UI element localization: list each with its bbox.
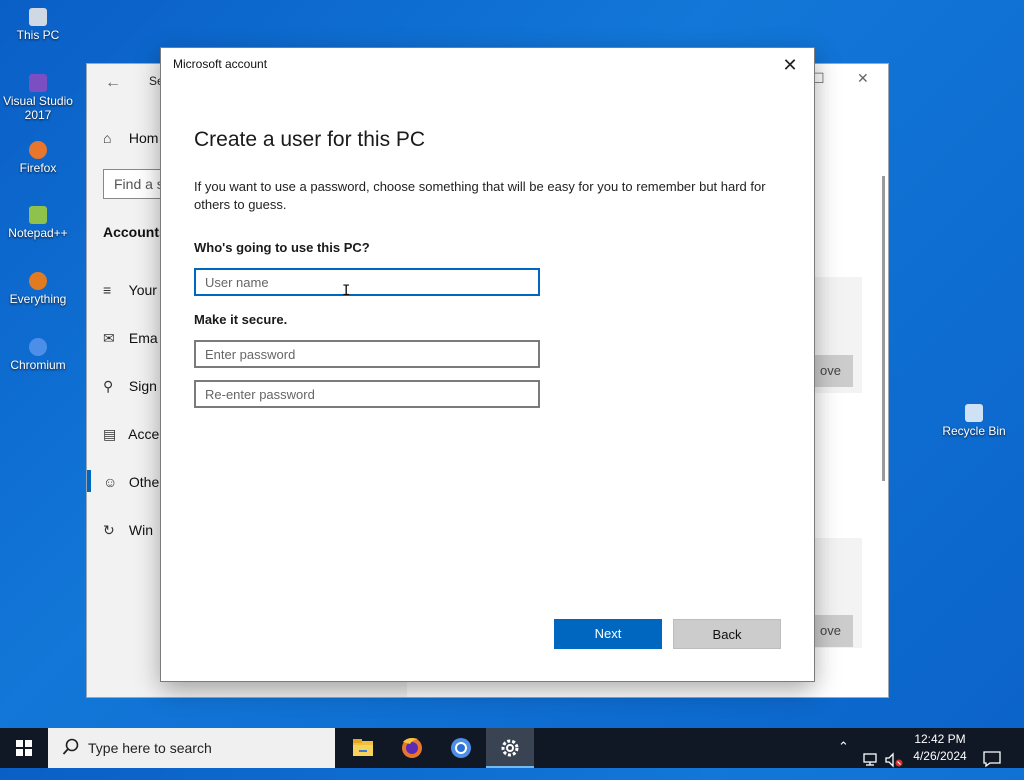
who-label: Who's going to use this PC? — [194, 240, 370, 255]
volume-muted-icon[interactable] — [884, 740, 904, 780]
secure-label: Make it secure. — [194, 312, 288, 327]
scrollbar[interactable] — [882, 176, 885, 481]
desktop-icon-recycle-bin[interactable]: Recycle Bin — [936, 404, 1012, 438]
text-cursor-icon: I — [342, 283, 351, 299]
dialog-heading: Create a user for this PC — [194, 128, 426, 151]
file-explorer-icon — [353, 739, 373, 756]
windows-logo-icon — [16, 740, 32, 756]
reenter-password-input[interactable] — [194, 380, 540, 408]
show-hidden-icons-chevron-icon[interactable]: ⌃ — [838, 739, 849, 779]
desktop-icon-label: Firefox — [19, 161, 57, 175]
start-button[interactable] — [0, 728, 48, 768]
settings-gear-icon — [501, 739, 519, 757]
clock-time: 12:42 PM — [914, 732, 966, 746]
desktop-icon-label: Visual Studio 2017 — [3, 94, 73, 122]
nav-sign-in-options[interactable]: ⚲ Sign — [103, 378, 157, 395]
taskbar: Type here to search ⌃ 12:42 PM 4/26/2024 — [0, 728, 1024, 768]
firefox-icon — [402, 738, 422, 758]
desktop-icon-label: Everything — [9, 292, 67, 306]
taskbar-settings[interactable] — [486, 728, 534, 768]
everything-search-icon — [29, 272, 47, 290]
find-setting-placeholder: Find a s — [114, 176, 164, 192]
taskbar-chromium[interactable] — [437, 728, 485, 768]
dialog-close-button[interactable]: ✕ — [776, 52, 804, 78]
briefcase-icon: ▤ — [103, 426, 117, 442]
nav-label: Sign — [128, 378, 157, 394]
password-input[interactable] — [194, 340, 540, 368]
add-person-icon: ☺ — [103, 474, 118, 490]
notepad-plus-plus-icon — [29, 206, 47, 224]
back-button[interactable]: Back — [673, 619, 781, 649]
nav-your-info[interactable]: ≡ Your — [103, 282, 157, 298]
search-icon — [62, 738, 79, 755]
network-icon[interactable] — [862, 740, 880, 780]
active-nav-indicator — [87, 470, 91, 492]
clock-date: 4/26/2024 — [913, 749, 967, 763]
sync-icon: ↻ — [103, 522, 115, 538]
remove-button-2[interactable]: ove — [809, 615, 853, 647]
dialog-description: If you want to use a password, choose so… — [194, 179, 766, 212]
nav-home-label: Hom — [128, 130, 159, 146]
mail-icon: ✉ — [103, 330, 115, 346]
nav-sync-settings[interactable]: ↻ Win — [103, 522, 153, 539]
nav-other-users[interactable]: ☺ Othe — [103, 474, 159, 490]
user-info-icon: ≡ — [103, 282, 112, 298]
taskbar-search-box[interactable]: Type here to search — [48, 728, 335, 768]
desktop-icon-visual-studio[interactable]: Visual Studio 2017 — [0, 74, 76, 122]
computer-icon — [29, 8, 47, 26]
desktop-icon-label: Recycle Bin — [942, 424, 1006, 438]
nav-label: Othe — [128, 474, 160, 490]
chromium-icon — [29, 338, 47, 356]
nav-label: Acce — [128, 426, 160, 442]
desktop-icon-label: Notepad++ — [8, 226, 68, 240]
firefox-icon — [29, 141, 47, 159]
nav-label: Your — [128, 282, 157, 298]
key-icon: ⚲ — [103, 378, 114, 394]
nav-label: Win — [128, 522, 154, 538]
chromium-icon — [451, 738, 471, 758]
next-button[interactable]: Next — [554, 619, 662, 649]
section-title: Accounts — [103, 224, 167, 240]
notifications-icon[interactable] — [982, 739, 1002, 779]
microsoft-account-dialog: Microsoft account ✕ Create a user for th… — [161, 48, 814, 681]
system-clock[interactable]: 12:42 PM 4/26/2024 — [905, 731, 975, 765]
nav-email-accounts[interactable]: ✉ Ema — [103, 330, 158, 347]
dialog-title: Microsoft account — [173, 57, 268, 71]
username-input[interactable] — [194, 268, 540, 296]
close-icon[interactable]: ✕ — [857, 70, 869, 87]
back-arrow-icon[interactable]: ← — [105, 74, 121, 92]
visual-studio-icon — [29, 74, 47, 92]
desktop-icon-firefox[interactable]: Firefox — [0, 141, 76, 175]
nav-label: Ema — [128, 330, 158, 346]
desktop-icon-this-pc[interactable]: This PC — [0, 8, 76, 42]
remove-button-1[interactable]: ove — [809, 355, 853, 387]
taskbar-firefox[interactable] — [388, 728, 436, 768]
nav-access-work[interactable]: ▤ Acce — [103, 426, 159, 443]
desktop-icon-label: This PC — [16, 28, 60, 42]
search-placeholder: Type here to search — [88, 740, 212, 756]
taskbar-file-explorer[interactable] — [339, 728, 387, 768]
home-icon: ⌂ — [103, 130, 112, 146]
nav-home[interactable]: ⌂ Hom — [103, 130, 158, 146]
desktop-icon-notepad-plus-plus[interactable]: Notepad++ — [0, 206, 76, 240]
desktop-icon-label: Chromium — [10, 358, 66, 372]
desktop-icon-everything[interactable]: Everything — [0, 272, 76, 306]
desktop-icon-chromium[interactable]: Chromium — [0, 338, 76, 372]
recycle-bin-icon — [965, 404, 983, 422]
